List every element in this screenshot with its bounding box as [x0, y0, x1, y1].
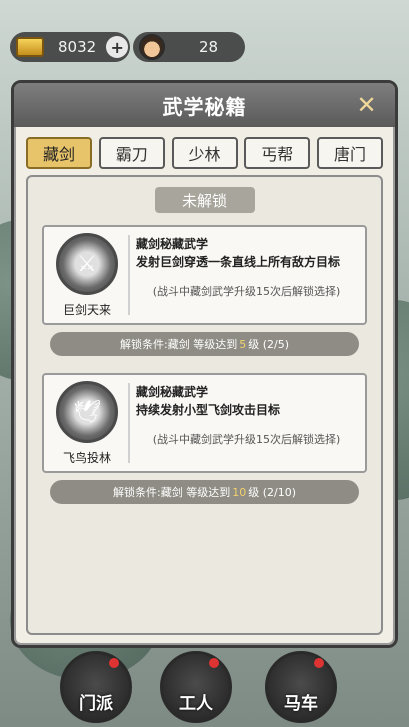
panel-header: 武学秘籍 ✕ — [14, 83, 395, 127]
nav-label: 工人 — [179, 694, 213, 714]
gold-amount: 8032 — [58, 38, 97, 56]
skill-note: (战斗中藏剑武学升级15次后解锁选择) — [152, 433, 341, 446]
unlock-suffix: 级 (2/5) — [248, 338, 289, 351]
notification-dot — [109, 658, 119, 668]
skill-desc: 持续发射小型飞剑攻击目标 — [136, 403, 281, 417]
unlock-prefix: 解锁条件:藏剑 等级达到 — [113, 486, 231, 499]
skill-note: (战斗中藏剑武学升级15次后解锁选择) — [152, 285, 341, 298]
nav-sect-button[interactable]: 门派 — [60, 651, 132, 723]
giant-sword-icon: ⚔ — [56, 233, 118, 295]
people-amount: 28 — [199, 38, 219, 56]
skill-card[interactable]: ⚔ 巨剑天来 藏剑秘藏武学 发射巨剑穿透一条直线上所有敌方目标 (战斗中藏剑武学… — [42, 225, 367, 325]
tab-cangjian[interactable]: 藏剑 — [26, 137, 92, 169]
tab-tangmen[interactable]: 唐门 — [317, 137, 383, 169]
gold-ingot-icon — [16, 37, 44, 57]
skill-name: 巨剑天来 — [62, 303, 111, 317]
worker-avatar-icon — [139, 34, 165, 60]
nav-carriage-button[interactable]: 马车 — [265, 651, 337, 723]
flying-bird-icon: 🕊 — [56, 381, 118, 443]
nav-label: 马车 — [284, 694, 318, 714]
people-counter: 28 — [133, 32, 245, 62]
sect-tabs: 藏剑 霸刀 少林 丐帮 唐门 — [26, 137, 383, 169]
skill-icon-wrap: 🕊 飞鸟投林 — [50, 381, 124, 467]
martial-arts-panel: 武学秘籍 ✕ 藏剑 霸刀 少林 丐帮 唐门 未解锁 ⚔ 巨剑天来 藏剑秘藏武学 … — [11, 80, 398, 648]
gold-counter: 8032 + — [10, 32, 130, 62]
locked-section-label: 未解锁 — [154, 187, 255, 213]
unlock-level: 5 — [239, 337, 247, 351]
tab-shaolin[interactable]: 少林 — [171, 137, 238, 169]
unlock-prefix: 解锁条件:藏剑 等级达到 — [120, 338, 238, 351]
unlock-condition: 解锁条件:藏剑 等级达到 5 级 (2/5) — [50, 332, 359, 356]
skill-title: 藏剑秘藏武学 — [136, 385, 209, 399]
notification-dot — [209, 658, 219, 668]
bottom-nav: 门派 工人 马车 — [0, 647, 409, 727]
tab-badao[interactable]: 霸刀 — [98, 137, 165, 169]
skill-desc: 发射巨剑穿透一条直线上所有敌方目标 — [136, 255, 341, 269]
add-gold-button[interactable]: + — [106, 36, 129, 58]
panel-title: 武学秘籍 — [162, 94, 247, 119]
skill-title: 藏剑秘藏武学 — [136, 237, 209, 251]
skill-list: 未解锁 ⚔ 巨剑天来 藏剑秘藏武学 发射巨剑穿透一条直线上所有敌方目标 (战斗中… — [26, 175, 383, 635]
skill-name: 飞鸟投林 — [62, 451, 111, 465]
nav-worker-button[interactable]: 工人 — [160, 651, 232, 723]
skill-card[interactable]: 🕊 飞鸟投林 藏剑秘藏武学 持续发射小型飞剑攻击目标 (战斗中藏剑武学升级15次… — [42, 373, 367, 473]
skill-description-box: 藏剑秘藏武学 发射巨剑穿透一条直线上所有敌方目标 (战斗中藏剑武学升级15次后解… — [128, 235, 357, 315]
notification-dot — [314, 658, 324, 668]
tab-gaibang[interactable]: 丐帮 — [244, 137, 311, 169]
skill-icon-wrap: ⚔ 巨剑天来 — [50, 233, 124, 319]
close-icon[interactable]: ✕ — [353, 91, 381, 119]
unlock-condition: 解锁条件:藏剑 等级达到 10 级 (2/10) — [50, 480, 359, 504]
unlock-level: 10 — [232, 485, 247, 499]
nav-label: 门派 — [79, 694, 113, 714]
unlock-suffix: 级 (2/10) — [248, 486, 296, 499]
skill-description-box: 藏剑秘藏武学 持续发射小型飞剑攻击目标 (战斗中藏剑武学升级15次后解锁选择) — [128, 383, 357, 463]
